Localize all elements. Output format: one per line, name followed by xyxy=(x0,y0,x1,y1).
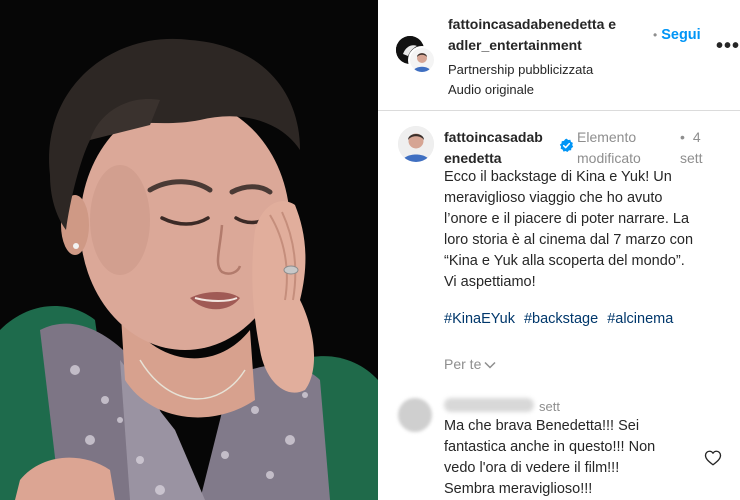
profile-photo-icon xyxy=(398,126,434,162)
comment-text: Ma che brava Benedetta!!! Sei fantastica… xyxy=(444,416,694,500)
comment-line: Ma che brava Benedetta!!! Sei xyxy=(444,418,640,434)
profile-photo-icon xyxy=(410,48,434,72)
see-translation-label[interactable]: Per te xyxy=(444,356,481,372)
more-options-icon[interactable]: ••• xyxy=(716,36,740,56)
hashtag-link[interactable]: #backstage xyxy=(524,311,598,327)
post-header: fattoincasadabenedetta e adler_entertain… xyxy=(378,0,740,111)
edited-line1: Elemento xyxy=(577,129,637,145)
chevron-down-icon xyxy=(484,362,496,369)
post-timestamp[interactable]: • 4 sett xyxy=(680,127,724,169)
caption-text: Ecco il backstage di Kina e Yuk! Un mera… xyxy=(444,167,724,293)
heart-icon[interactable] xyxy=(704,449,722,467)
caption-line: meraviglioso viaggio che ho avuto xyxy=(444,190,663,206)
follow-button[interactable]: • Segui xyxy=(653,27,701,43)
header-username-line2[interactable]: adler_entertainment xyxy=(448,35,638,56)
verified-badge-icon xyxy=(559,138,574,152)
hashtag-link[interactable]: #alcinema xyxy=(607,311,673,327)
caption-line: “Kina e Yuk alla scoperta del mondo”. xyxy=(444,253,685,269)
caption-avatar[interactable] xyxy=(398,126,434,162)
caption-line: loro storia è al cinema dal 7 marzo con xyxy=(444,232,694,248)
edited-line2: modificato xyxy=(577,150,641,166)
comment-line: fantastica anche in questo!!! Non xyxy=(444,439,656,455)
post-media[interactable] xyxy=(0,0,378,500)
caption-line: l’onore e il piacere di poter narrare. L… xyxy=(444,211,690,227)
original-audio-label[interactable]: Audio originale xyxy=(448,80,593,100)
caption-username-line1[interactable]: fattoincasadab xyxy=(444,127,552,148)
comment-line: vedo l'ora di vedere il film!!! xyxy=(444,460,620,476)
caption-username[interactable]: fattoincasadab enedetta xyxy=(444,127,552,169)
edited-label: Elemento modificato xyxy=(577,127,673,169)
time-unit[interactable]: sett xyxy=(680,148,724,169)
separator-dot: • xyxy=(680,129,685,145)
time-value[interactable]: 4 xyxy=(693,129,701,145)
avatar-fattoincasadabenedetta[interactable] xyxy=(408,46,436,74)
follow-label[interactable]: Segui xyxy=(661,27,700,43)
caption-line: Vi aspettiamo! xyxy=(444,274,536,290)
hashtag-link[interactable]: #KinaEYuk xyxy=(444,311,515,327)
caption-line: Ecco il backstage di Kina e Yuk! Un xyxy=(444,169,672,185)
video-frame-illustration xyxy=(0,0,378,500)
header-meta: Partnership pubblicizzata Audio original… xyxy=(448,60,593,100)
separator-dot: • xyxy=(653,28,658,42)
see-translation-toggle[interactable]: Per te xyxy=(444,354,496,374)
collab-avatars[interactable] xyxy=(396,36,436,76)
header-usernames[interactable]: fattoincasadabenedetta e adler_entertain… xyxy=(448,14,638,56)
paid-partnership-label[interactable]: Partnership pubblicizzata xyxy=(448,60,593,80)
comment-username-blurred[interactable] xyxy=(444,398,534,412)
hashtag-list: #KinaEYuk #backstage #alcinema xyxy=(444,309,678,330)
comment-timestamp[interactable]: sett xyxy=(539,397,560,417)
comment-avatar[interactable] xyxy=(398,398,432,432)
post-details-panel: fattoincasadabenedetta e adler_entertain… xyxy=(378,0,740,500)
header-username-line1[interactable]: fattoincasadabenedetta e xyxy=(448,14,638,35)
comment-line: Sembra meraviglioso!!! xyxy=(444,481,593,497)
caption-username-line2[interactable]: enedetta xyxy=(444,148,552,169)
